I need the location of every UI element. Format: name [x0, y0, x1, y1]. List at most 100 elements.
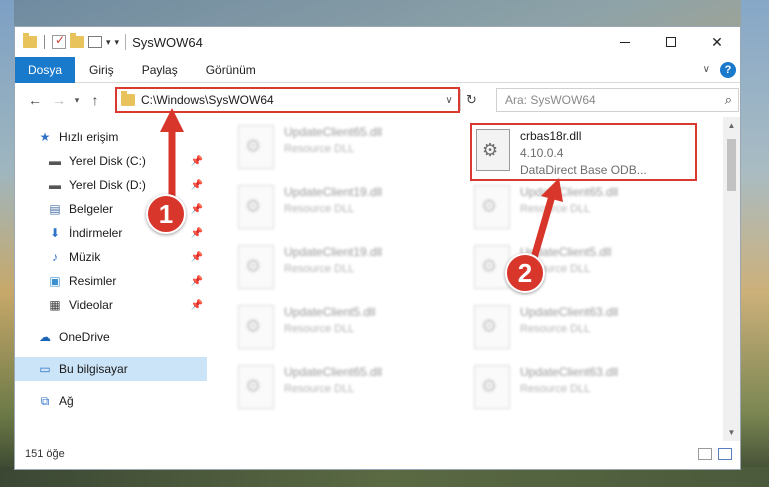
documents-icon: ▤ — [49, 202, 61, 216]
sidebar-item-pictures[interactable]: ▣ Resimler 📌 — [15, 269, 207, 293]
file-description: DataDirect Base ODB... — [520, 163, 647, 177]
sidebar-item-label: Ağ — [59, 394, 74, 408]
desktop-background-right — [741, 0, 769, 487]
tab-home[interactable]: Giriş — [75, 57, 128, 83]
sidebar-item-label: OneDrive — [59, 330, 110, 344]
dll-file-icon — [476, 129, 510, 171]
sidebar-item-this-pc[interactable]: ▭ Bu bilgisayar — [15, 357, 207, 381]
list-item[interactable]: UpdateClient65.dll Resource DLL — [238, 365, 458, 425]
dll-file-icon — [474, 365, 510, 409]
sidebar-item-network[interactable]: ⧉ Ağ — [15, 389, 207, 413]
sidebar-item-onedrive[interactable]: ☁ OneDrive — [15, 325, 207, 349]
maximize-icon — [666, 37, 676, 47]
pin-icon[interactable]: 📌 — [191, 204, 203, 215]
file-list: UpdateClient65.dll Resource DLL UpdateCl… — [208, 117, 740, 441]
sidebar-item-label: Müzik — [69, 250, 101, 264]
scroll-up-icon[interactable]: ▲ — [723, 117, 740, 134]
file-name: UpdateClient5.dll — [284, 305, 376, 319]
new-folder-icon[interactable] — [70, 33, 84, 48]
properties-check-icon[interactable] — [52, 33, 66, 49]
sidebar-item-quick-access[interactable]: ★ Hızlı erişim — [15, 125, 207, 149]
sidebar-item-music[interactable]: ♪ Müzik 📌 — [15, 245, 207, 269]
address-path[interactable]: C:\Windows\SysWOW64 — [141, 93, 274, 107]
dll-file-icon — [474, 185, 510, 229]
dll-file-icon — [474, 305, 510, 349]
file-name: UpdateClient65.dll — [284, 125, 383, 139]
properties-icon[interactable] — [88, 36, 102, 48]
recent-locations-button[interactable]: ▾ — [71, 95, 83, 106]
quick-access-toolbar: ▾ ▾ — [15, 33, 120, 49]
minimize-icon — [620, 41, 630, 43]
back-button[interactable]: ← — [23, 92, 47, 108]
tiles-view-icon[interactable] — [718, 448, 732, 460]
close-button[interactable]: ✕ — [694, 27, 740, 57]
file-name: UpdateClient65.dll — [520, 185, 619, 199]
explorer-window: ▾ ▾ SysWOW64 ✕ Dosya Giriş Paylaş Görünü… — [14, 26, 741, 470]
pin-icon[interactable]: 📌 — [191, 276, 203, 287]
sidebar-item-label: İndirmeler — [69, 226, 123, 240]
title-divider — [125, 34, 127, 50]
pin-icon[interactable]: 📌 — [191, 180, 203, 191]
list-item[interactable]: UpdateClient5.dll Resource DLL — [238, 305, 458, 365]
ribbon-right: ∨ ? — [703, 61, 740, 78]
details-view-icon[interactable] — [698, 448, 712, 460]
pin-icon[interactable]: 📌 — [191, 252, 203, 263]
step-1-badge: 1 — [146, 194, 186, 234]
main-area: ★ Hızlı erişim ▬ Yerel Disk (C:) 📌 ▬ Yer… — [15, 117, 740, 441]
chevron-down-icon[interactable]: ∨ — [440, 95, 458, 106]
sidebar-item-local-disk-d[interactable]: ▬ Yerel Disk (D:) 📌 — [15, 173, 207, 197]
address-bar[interactable]: C:\Windows\SysWOW64 ∨ — [115, 87, 460, 113]
expand-ribbon-icon[interactable]: ∨ — [703, 64, 710, 75]
up-button[interactable]: ↑ — [83, 92, 107, 108]
tab-file[interactable]: Dosya — [15, 56, 76, 83]
computer-icon: ▭ — [39, 362, 51, 376]
list-item[interactable]: UpdateClient65.dll Resource DLL — [238, 125, 458, 185]
file-name: UpdateClient63.dll — [520, 365, 619, 379]
file-name: UpdateClient19.dll — [284, 185, 383, 199]
item-count: 151 öğe — [25, 448, 65, 460]
pin-icon[interactable]: 📌 — [191, 300, 203, 311]
highlighted-file-crbas18r[interactable]: crbas18r.dll 4.10.0.4 DataDirect Base OD… — [470, 123, 697, 181]
chevron-down-icon[interactable]: ▾ — [106, 37, 111, 48]
view-toggle — [698, 448, 740, 460]
help-icon[interactable]: ? — [720, 61, 736, 78]
list-item[interactable]: UpdateClient63.dll Resource DLL — [474, 365, 694, 425]
file-name: UpdateClient63.dll — [520, 305, 619, 319]
search-icon[interactable]: ⌕ — [725, 92, 732, 108]
close-icon: ✕ — [711, 33, 723, 50]
list-item[interactable]: UpdateClient63.dll Resource DLL — [474, 305, 694, 365]
list-item[interactable]: UpdateClient19.dll Resource DLL — [238, 185, 458, 245]
pin-icon[interactable]: 📌 — [191, 228, 203, 239]
status-bar: 151 öğe — [15, 439, 740, 469]
customize-toolbar-icon[interactable]: ▾ — [115, 37, 120, 48]
title-bar: ▾ ▾ SysWOW64 ✕ — [15, 27, 740, 57]
desktop-background-bottom — [0, 467, 769, 487]
minimize-button[interactable] — [602, 27, 648, 57]
scroll-thumb[interactable] — [727, 139, 736, 191]
search-box[interactable]: ⌕ — [496, 88, 739, 112]
search-input[interactable] — [505, 93, 705, 107]
list-item[interactable]: UpdateClient65.dll Resource DLL — [474, 185, 694, 245]
sidebar-item-local-disk-c[interactable]: ▬ Yerel Disk (C:) 📌 — [15, 149, 207, 173]
list-item[interactable]: UpdateClient19.dll Resource DLL — [238, 245, 458, 305]
vertical-scrollbar[interactable]: ▲ ▼ — [723, 117, 740, 441]
tab-share[interactable]: Paylaş — [128, 57, 192, 83]
file-name: crbas18r.dll — [520, 129, 582, 143]
navigation-pane: ★ Hızlı erişim ▬ Yerel Disk (C:) 📌 ▬ Yer… — [15, 117, 208, 441]
tab-view[interactable]: Görünüm — [192, 57, 270, 83]
file-name: UpdateClient19.dll — [284, 245, 383, 259]
window-controls: ✕ — [602, 27, 740, 57]
folder-icon[interactable] — [23, 33, 37, 48]
sidebar-item-videos[interactable]: ▦ Videolar 📌 — [15, 293, 207, 317]
forward-button[interactable]: → — [47, 92, 71, 108]
refresh-button[interactable]: ↻ — [460, 89, 482, 111]
file-type: Resource DLL — [520, 203, 591, 215]
dll-file-icon — [238, 245, 274, 289]
star-icon: ★ — [39, 130, 51, 144]
maximize-button[interactable] — [648, 27, 694, 57]
pin-icon[interactable]: 📌 — [191, 156, 203, 167]
dll-file-icon — [238, 365, 274, 409]
file-type: Resource DLL — [284, 143, 355, 155]
